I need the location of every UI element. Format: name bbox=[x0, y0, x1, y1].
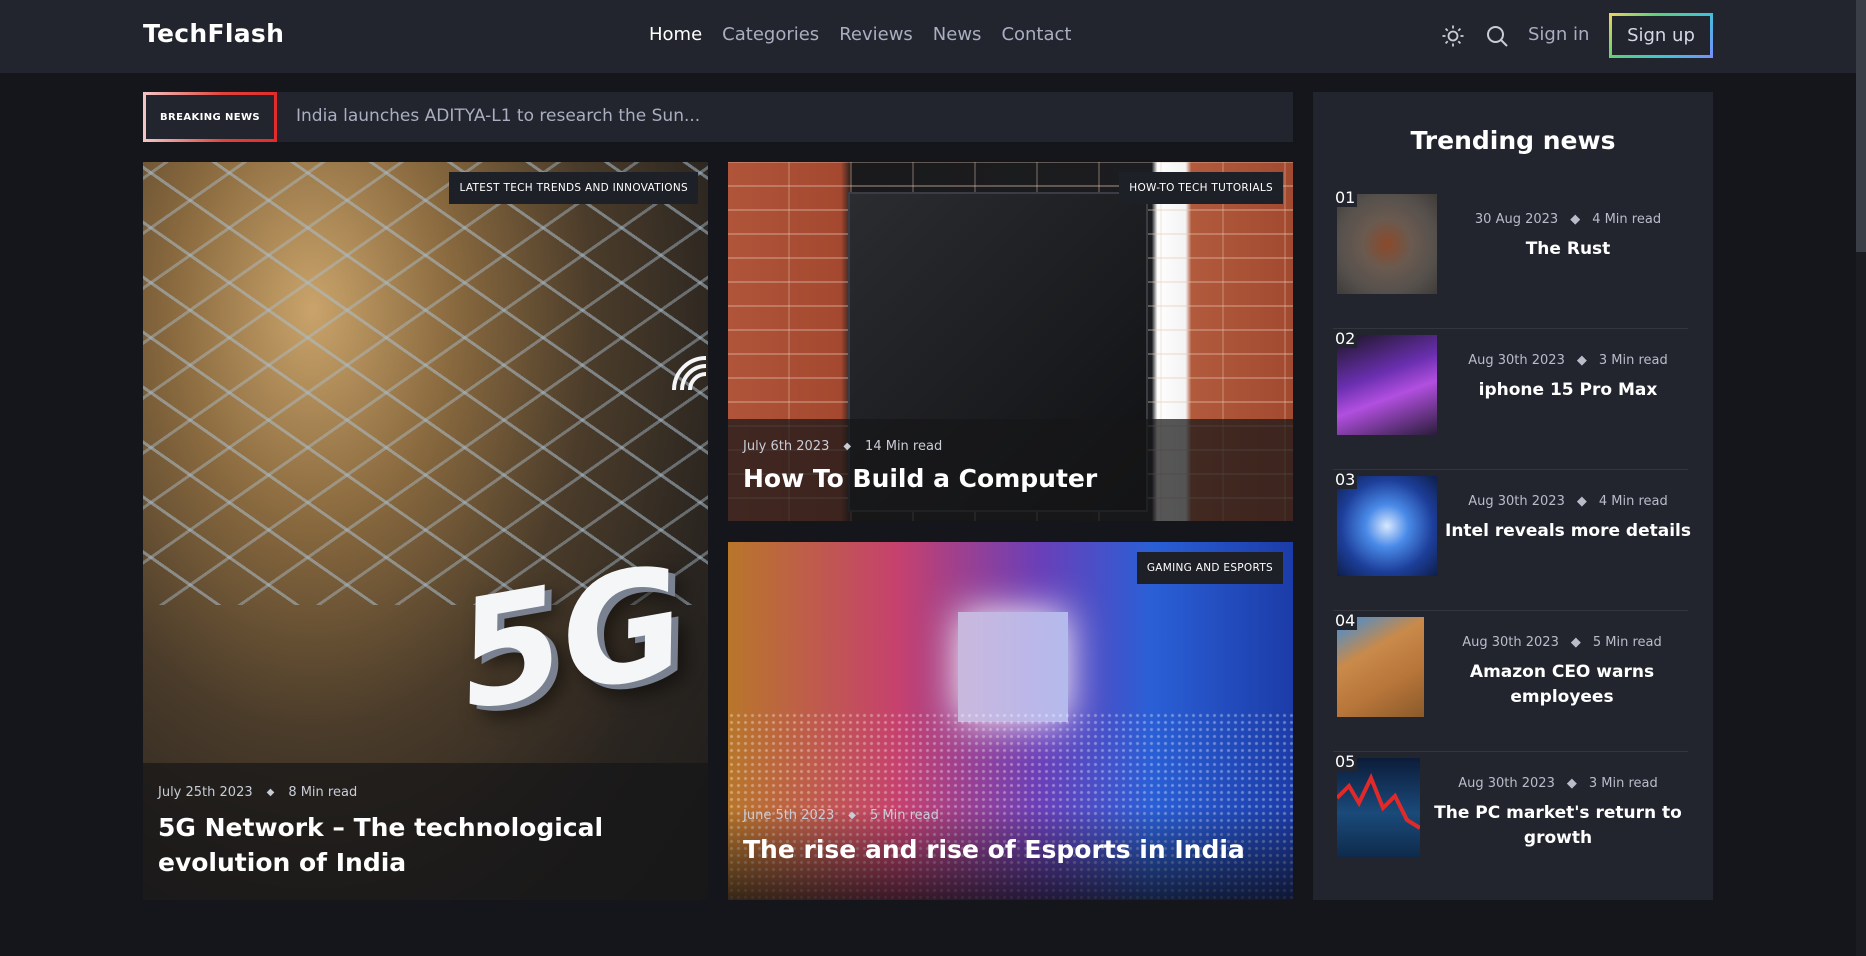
trending-item-title[interactable]: Intel reveals more details bbox=[1443, 519, 1693, 544]
trending-meta: Aug 30th 2023 ◆ 3 Min read bbox=[1433, 776, 1683, 791]
category-tag[interactable]: GAMING AND ESPORTS bbox=[1136, 552, 1283, 584]
card-image-grid bbox=[143, 162, 708, 605]
card-read-time: 14 Min read bbox=[865, 439, 943, 454]
trending-info: Aug 30th 2023 ◆ 5 Min read Amazon CEO wa… bbox=[1437, 635, 1687, 710]
breaking-news-headline[interactable]: India launches ADITYA-L1 to research the… bbox=[296, 106, 700, 126]
trending-thumbnail bbox=[1337, 617, 1424, 717]
dot-separator-icon: ◆ bbox=[843, 441, 852, 452]
card-date: June 5th 2023 bbox=[743, 808, 835, 823]
trending-title: Trending news bbox=[1410, 126, 1616, 155]
card-caption: June 5th 2023 ◆ 5 Min read The rise and … bbox=[728, 808, 1293, 900]
breaking-news-badge: BREAKING NEWS bbox=[143, 92, 277, 142]
trending-read-time: 4 Min read bbox=[1598, 494, 1668, 509]
category-tag[interactable]: LATEST TECH TRENDS AND INNOVATIONS bbox=[449, 172, 698, 204]
site-logo[interactable]: TechFlash bbox=[143, 19, 284, 48]
featured-card-esports[interactable]: GAMING AND ESPORTS June 5th 2023 ◆ 5 Min… bbox=[728, 542, 1293, 900]
trending-read-time: 3 Min read bbox=[1588, 776, 1658, 791]
main-nav: Home Categories Reviews News Contact bbox=[649, 24, 1071, 45]
site-header: TechFlash Home Categories Reviews News C… bbox=[0, 0, 1866, 73]
trending-date: Aug 30th 2023 bbox=[1458, 776, 1555, 791]
trending-info: Aug 30th 2023 ◆ 3 Min read The PC market… bbox=[1433, 776, 1683, 851]
trending-date: Aug 30th 2023 bbox=[1468, 353, 1565, 368]
dot-separator-icon: ◆ bbox=[1566, 776, 1577, 791]
trending-item[interactable]: 05 Aug 30th 2023 ◆ 3 Min read The PC mar… bbox=[1333, 752, 1688, 872]
card-date: July 6th 2023 bbox=[743, 439, 830, 454]
dot-separator-icon: ◆ bbox=[266, 787, 275, 798]
trending-item-title[interactable]: The PC market's return to growth bbox=[1433, 801, 1683, 851]
card-caption: July 25th 2023 ◆ 8 Min read 5G Network –… bbox=[143, 763, 708, 900]
trending-thumbnail bbox=[1335, 758, 1422, 858]
dot-separator-icon: ◆ bbox=[1576, 353, 1587, 368]
card-caption: July 6th 2023 ◆ 14 Min read How To Build… bbox=[728, 419, 1293, 521]
stock-chart-icon bbox=[1335, 773, 1422, 830]
card-image-stage bbox=[958, 612, 1068, 722]
signin-link[interactable]: Sign in bbox=[1528, 24, 1589, 45]
wifi-icon bbox=[668, 352, 708, 396]
breaking-news-bar: BREAKING NEWS India launches ADITYA-L1 t… bbox=[143, 92, 1293, 142]
signup-button[interactable]: Sign up bbox=[1609, 13, 1713, 58]
nav-contact[interactable]: Contact bbox=[1001, 24, 1071, 45]
dot-separator-icon: ◆ bbox=[1570, 212, 1581, 227]
nav-home[interactable]: Home bbox=[649, 24, 702, 45]
trending-read-time: 5 Min read bbox=[1592, 635, 1662, 650]
card-meta: July 6th 2023 ◆ 14 Min read bbox=[743, 439, 1278, 454]
trending-item-title[interactable]: The Rust bbox=[1443, 237, 1693, 262]
trending-meta: Aug 30th 2023 ◆ 3 Min read bbox=[1443, 353, 1693, 368]
dot-separator-icon: ◆ bbox=[1570, 635, 1581, 650]
card-image-5g-sign: 5G bbox=[444, 533, 699, 745]
card-title[interactable]: The rise and rise of Esports in India bbox=[743, 835, 1278, 864]
trending-rank: 01 bbox=[1333, 188, 1358, 207]
trending-item-title[interactable]: iphone 15 Pro Max bbox=[1443, 378, 1693, 403]
trending-item[interactable]: 04 Aug 30th 2023 ◆ 5 Min read Amazon CEO… bbox=[1333, 611, 1688, 752]
scrollbar-thumb[interactable] bbox=[1856, 0, 1866, 252]
trending-rank: 03 bbox=[1333, 470, 1358, 489]
trending-item[interactable]: 02 Aug 30th 2023 ◆ 3 Min read iphone 15 … bbox=[1333, 329, 1688, 470]
trending-read-time: 3 Min read bbox=[1598, 353, 1668, 368]
trending-date: Aug 30th 2023 bbox=[1462, 635, 1559, 650]
nav-categories[interactable]: Categories bbox=[722, 24, 819, 45]
dot-separator-icon: ◆ bbox=[848, 810, 856, 821]
featured-card-5g[interactable]: 5G LATEST TECH TRENDS AND INNOVATIONS Ju… bbox=[143, 162, 708, 900]
trending-item-title[interactable]: Amazon CEO warns employees bbox=[1437, 660, 1687, 710]
card-meta: July 25th 2023 ◆ 8 Min read bbox=[158, 785, 693, 800]
trending-read-time: 4 Min read bbox=[1592, 212, 1662, 227]
nav-reviews[interactable]: Reviews bbox=[839, 24, 913, 45]
trending-panel: Trending news 01 30 Aug 2023 ◆ 4 Min rea… bbox=[1313, 92, 1713, 900]
trending-thumbnail bbox=[1337, 194, 1437, 294]
trending-date: 30 Aug 2023 bbox=[1474, 212, 1559, 227]
trending-meta: 30 Aug 2023 ◆ 4 Min read bbox=[1443, 212, 1693, 227]
card-read-time: 8 Min read bbox=[288, 785, 358, 800]
card-date: July 25th 2023 bbox=[158, 785, 253, 800]
trending-rank: 05 bbox=[1333, 752, 1358, 771]
trending-rank: 04 bbox=[1333, 611, 1358, 630]
trending-thumbnail bbox=[1337, 335, 1437, 435]
nav-news[interactable]: News bbox=[933, 24, 982, 45]
trending-rank: 02 bbox=[1333, 329, 1358, 348]
trending-info: Aug 30th 2023 ◆ 4 Min read Intel reveals… bbox=[1443, 494, 1693, 544]
trending-thumbnail bbox=[1337, 476, 1437, 576]
dot-separator-icon: ◆ bbox=[1576, 494, 1587, 509]
card-title[interactable]: 5G Network – The technological evolution… bbox=[158, 810, 693, 880]
featured-card-computer[interactable]: HOW-TO TECH TUTORIALS July 6th 2023 ◆ 14… bbox=[728, 162, 1293, 521]
trending-meta: Aug 30th 2023 ◆ 5 Min read bbox=[1437, 635, 1687, 650]
sun-icon[interactable] bbox=[1441, 24, 1465, 48]
trending-info: 30 Aug 2023 ◆ 4 Min read The Rust bbox=[1443, 212, 1693, 262]
trending-info: Aug 30th 2023 ◆ 3 Min read iphone 15 Pro… bbox=[1443, 353, 1693, 403]
card-read-time: 5 Min read bbox=[869, 808, 939, 823]
card-title[interactable]: How To Build a Computer bbox=[743, 464, 1278, 493]
trending-date: Aug 30th 2023 bbox=[1468, 494, 1565, 509]
trending-item[interactable]: 01 30 Aug 2023 ◆ 4 Min read The Rust bbox=[1333, 188, 1688, 329]
card-meta: June 5th 2023 ◆ 5 Min read bbox=[743, 808, 1278, 823]
trending-meta: Aug 30th 2023 ◆ 4 Min read bbox=[1443, 494, 1693, 509]
category-tag[interactable]: HOW-TO TECH TUTORIALS bbox=[1119, 172, 1283, 204]
trending-item[interactable]: 03 Aug 30th 2023 ◆ 4 Min read Intel reve… bbox=[1333, 470, 1691, 611]
search-icon[interactable] bbox=[1485, 24, 1509, 48]
